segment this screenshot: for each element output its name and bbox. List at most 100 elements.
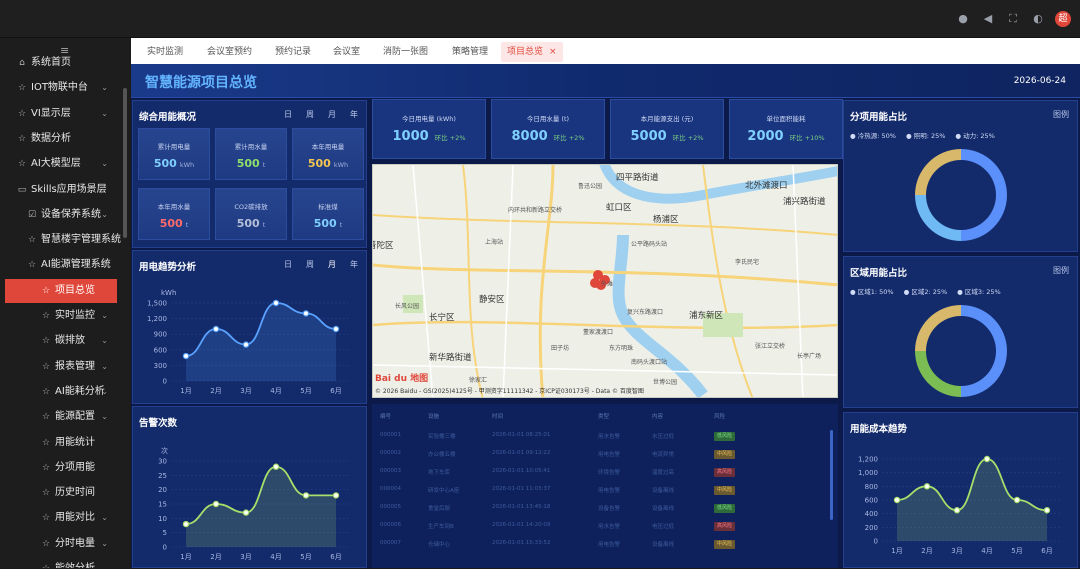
theme-icon[interactable]: ◐ [1030, 11, 1046, 27]
data-point [212, 325, 220, 333]
x-tick-label: 5月 [1011, 547, 1022, 555]
table-row[interactable]: 000005 食堂后厨 2026-01-01 13:45:18 设备告警 设备离线 低风险 [372, 500, 832, 516]
notification-icon[interactable]: ● [955, 11, 971, 27]
sidebar-item[interactable]: ☆ 能源配置 ⌄ [0, 405, 122, 429]
x-tick-label: 2月 [210, 553, 221, 561]
tab-close-icon[interactable]: × [549, 47, 557, 57]
map-label: 四平路街道 [616, 173, 659, 183]
sidebar-item[interactable]: ☆ VI显示层 ⌄ [0, 102, 122, 126]
map-label: 北外滩渡口 [745, 181, 788, 191]
table-cell: 生产车间B [428, 524, 454, 530]
kpi-label: 单位面积能耗 [766, 115, 806, 123]
map[interactable]: 四平路街道北外滩渡口 鲁迅公园浦兴路街道内环共和新路立交桥 虹口区杨浦区普陀区 上海站… [372, 164, 838, 398]
sidebar-item[interactable]: ☑ 设备保养系统 ⌄ [0, 203, 122, 227]
table-row[interactable]: 000002 办公楼五楼 2026-01-01 09:12:22 用电告警 电流异常 中风… [372, 446, 832, 462]
tab-label: 预约记录 [275, 47, 312, 57]
y-tick-label: 800 [865, 483, 878, 491]
table-row[interactable]: 000001 实验楼三楼 2026-01-01 08:25:01 用水告警 水压过低 低风… [372, 428, 832, 444]
map-label: 田子坊 [551, 345, 570, 352]
kpi-card: 今日用水量 (t) 8000 环比 +2% [491, 99, 605, 159]
fullscreen-icon[interactable]: ⛶ [1005, 11, 1021, 27]
table-cell: 电流异常 [652, 452, 675, 458]
tab[interactable]: 会议室预约 [201, 42, 258, 62]
tab[interactable]: 策略管理 [446, 42, 494, 62]
table-cell: 办公楼五楼 [428, 452, 456, 458]
alarm-panel: 告警次数 次 0 5 10 15 20 25 30 1月 2月 3月 4月 5月 6月 [132, 406, 367, 568]
sidebar-item[interactable]: ☆ 用能统计 [0, 431, 122, 455]
avatar[interactable]: 超 [1055, 11, 1071, 27]
tab-label: 项目总览 [507, 47, 544, 57]
sidebar-item-label: VI显示层 [31, 107, 71, 119]
table-row[interactable]: 000007 仓储中心 2026-01-01 15:33:52 用电告警 设备离线 中风险 [372, 536, 832, 552]
data-point [1013, 496, 1021, 504]
sidebar-item[interactable]: ☆ 数据分析 [0, 127, 122, 151]
table-cell: 电压过低 [652, 524, 675, 530]
sidebar-item[interactable]: ☆ AI能源管理系统 ⌃ [0, 253, 122, 277]
table-header: 内容 [652, 414, 664, 420]
stat-card: 标准煤 500 t [292, 188, 364, 240]
map-logo: Bai du 地图 [375, 374, 429, 384]
stat-card: 累计用电量 500 kWh [138, 128, 210, 180]
y-tick-label: 0 [163, 544, 167, 552]
data-point [893, 496, 901, 504]
sidebar-item-label: 设备保养系统 [41, 208, 101, 220]
filter-option[interactable]: 日 [284, 110, 292, 119]
sidebar-item[interactable]: ☆能效分析 ⌄ [0, 557, 122, 568]
sidebar-scrollbar[interactable] [123, 88, 127, 238]
star-icon: ☆ [41, 336, 51, 347]
sidebar-item[interactable]: ☆ 用能对比 ⌄ [0, 506, 122, 530]
star-icon: ☆ [27, 260, 37, 271]
stat-card-label: 本年用水量 [157, 203, 191, 211]
sidebar-item[interactable]: ☆ 智慧楼宇管理系统 [0, 228, 122, 252]
sidebar-item-label: 报表管理 [55, 360, 95, 372]
sidebar-item[interactable]: ☆ AI大模型层 ⌄ [0, 152, 122, 176]
table-cell: 2026-01-01 09:12:22 [492, 450, 551, 456]
sidebar-item[interactable]: ☆ 报表管理 ⌄ [0, 355, 122, 379]
tab[interactable]: 消防一张图 [377, 42, 434, 62]
map-label: 东方明珠 [609, 345, 634, 352]
filter-option[interactable]: 周 [306, 110, 314, 119]
risk-badge: 中风险 [714, 450, 736, 459]
sidebar-item[interactable]: ▭ Skills应用场景层 ⌃ [0, 178, 122, 202]
table-cell: 2026-01-01 13:45:18 [492, 504, 551, 510]
table-row[interactable]: 000003 地下车库 2026-01-01 10:05:41 环境告警 温度过高 高风险 [372, 464, 832, 480]
table-cell: 2026-01-01 11:03:37 [492, 486, 551, 492]
tab[interactable]: 会议室 [327, 42, 366, 62]
sidebar-item[interactable]: ☆ 分项用能 [0, 456, 122, 480]
table-cell: 2026-01-01 10:05:41 [492, 468, 551, 474]
filter-option[interactable]: 年 [350, 110, 358, 119]
sidebar-item-label: Skills应用场景层 [31, 183, 107, 195]
map-label: 徐家汇 [469, 377, 488, 384]
chevron-down-icon: ⌄ [101, 159, 108, 169]
chevron-down-icon: ⌄ [101, 538, 108, 548]
sidebar-item[interactable]: ☆ 项目总览 [5, 278, 117, 303]
sidebar-item[interactable]: ⌂ 系统首页 [0, 51, 122, 75]
table-scrollbar[interactable] [830, 430, 833, 520]
sidebar-item[interactable]: ☆ 历史时间 [0, 481, 122, 505]
sidebar-item[interactable]: ☆ 实时监控 ⌄ [0, 304, 122, 328]
y-tick-label: 300 [154, 362, 167, 370]
chevron-down-icon: ⌄ [101, 361, 108, 371]
announcement-icon[interactable]: ◀ [980, 11, 996, 27]
sidebar-item[interactable]: ☆ AI能耗分析 ⌄ [0, 380, 122, 404]
donut-slice [915, 149, 961, 195]
data-point [1043, 507, 1051, 514]
table-row[interactable]: 000006 生产车间B 2026-01-01 14:20:09 用水告警 电压过低 高风… [372, 518, 832, 534]
tab[interactable]: 实时监测 [141, 42, 189, 62]
stat-card-label: CO2碳排放 [234, 203, 268, 211]
kpi-card: 本月能源支出 (元) 5000 环比 +2% [610, 99, 724, 159]
kpi-card: 单位面积能耗 2000 环比 +10% [729, 99, 843, 159]
tab-bar: 实时监测 会议室预约 预约记录 会议室 消防一张图 策略管理 项目总览 × [131, 38, 1080, 64]
filter-option[interactable]: 月 [328, 110, 336, 119]
sidebar-item[interactable]: ☆ 碳排放 ⌄ [0, 329, 122, 353]
sidebar-item[interactable]: ☆ 分时电量 ⌄ [0, 532, 122, 556]
table-header: 设施 [428, 414, 440, 420]
data-point [332, 325, 340, 333]
tab[interactable]: 项目总览 × [501, 42, 563, 62]
tab[interactable]: 预约记录 [269, 42, 317, 62]
table-cell: 000005 [380, 504, 401, 510]
y-axis-label: kWh [161, 289, 176, 297]
table-row[interactable]: 000004 研发中心A座 2026-01-01 11:03:37 用电告警 设备离线 中… [372, 482, 832, 498]
x-tick-label: 1月 [180, 387, 191, 395]
sidebar-item[interactable]: ☆ IOT物联中台 ⌄ [0, 76, 122, 100]
